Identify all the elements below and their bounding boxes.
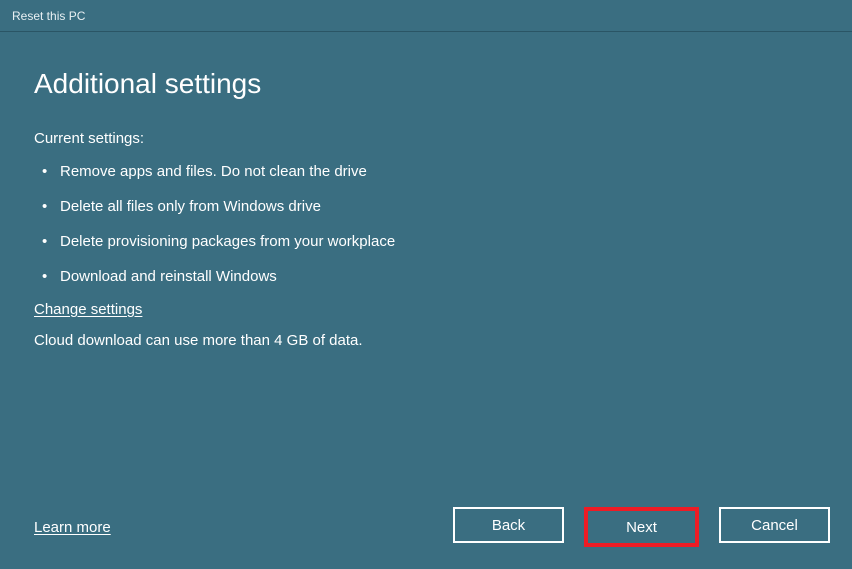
current-settings-label: Current settings:	[34, 130, 818, 147]
settings-list: Remove apps and files. Do not clean the …	[34, 161, 818, 287]
learn-more-link[interactable]: Learn more	[34, 519, 111, 536]
next-button[interactable]: Next	[584, 507, 699, 547]
change-settings-link[interactable]: Change settings	[34, 301, 142, 318]
info-text: Cloud download can use more than 4 GB of…	[34, 332, 818, 349]
list-item: Download and reinstall Windows	[42, 266, 818, 287]
list-item: Delete all files only from Windows drive	[42, 196, 818, 217]
cancel-button[interactable]: Cancel	[719, 507, 830, 543]
content-area: Additional settings Current settings: Re…	[0, 32, 852, 349]
back-button[interactable]: Back	[453, 507, 564, 543]
titlebar: Reset this PC	[0, 0, 852, 32]
footer: Learn more Back Next Cancel	[34, 507, 830, 547]
page-heading: Additional settings	[34, 68, 818, 100]
list-item: Delete provisioning packages from your w…	[42, 231, 818, 252]
list-item: Remove apps and files. Do not clean the …	[42, 161, 818, 182]
button-row: Back Next Cancel	[453, 507, 830, 547]
window-title: Reset this PC	[12, 9, 85, 23]
